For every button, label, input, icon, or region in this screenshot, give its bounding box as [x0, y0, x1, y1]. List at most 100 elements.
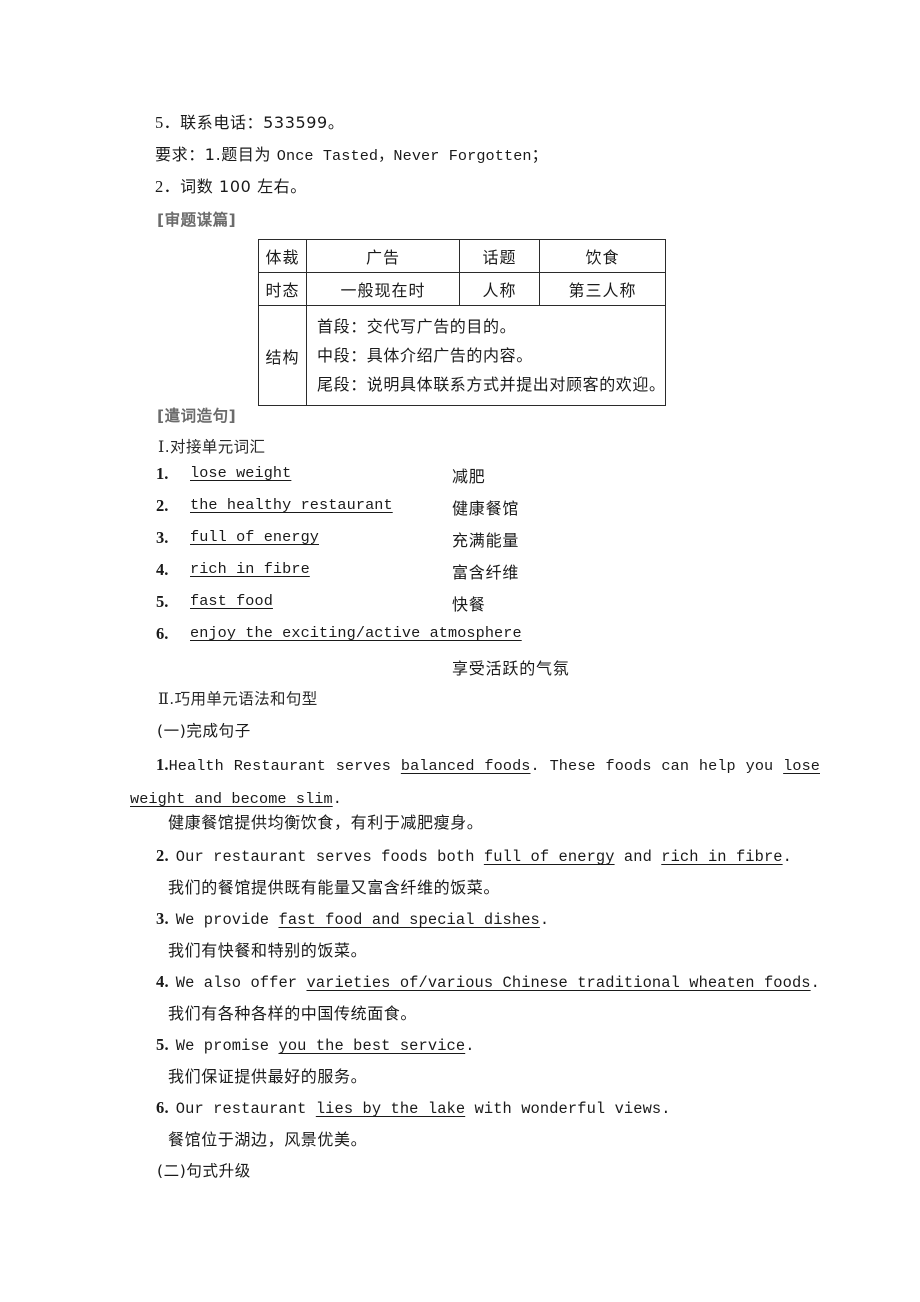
vocab-cn-6: 享受活跃的气氛	[452, 659, 570, 678]
sentence-static-text: .	[810, 974, 820, 992]
sentence-number-1: 1.	[156, 755, 169, 774]
structure-line-middle: 中段：具体介绍广告的内容。	[317, 346, 533, 365]
sentence-text-2: Our restaurant serves foods both full of…	[176, 848, 792, 866]
subsection-b-heading: (二)句式升级	[157, 1162, 251, 1180]
vocab-cn-1: 减肥	[452, 467, 486, 486]
sentence-block-2: 2. Our restaurant serves foods both full …	[156, 844, 792, 869]
sentence-translation-3: 我们有快餐和特别的饭菜。	[168, 941, 368, 960]
sentence-static-text: Our restaurant serves foods both	[175, 848, 484, 866]
sentence-static-text: and	[614, 848, 662, 866]
vocab-number-6: 6.	[156, 624, 169, 643]
table-cell-tense-label: 时态	[258, 272, 307, 306]
vocab-en-4: rich in fibre	[190, 560, 310, 578]
subsection-a-heading: (一)完成句子	[157, 722, 251, 740]
requirement-suffix: ；	[531, 145, 549, 164]
table-cell-tense-value: 一般现在时	[306, 272, 460, 306]
sentence-static-text: Our restaurant	[175, 1100, 316, 1118]
answer-blank-text: you the best service	[278, 1037, 466, 1055]
sentence-static-text: .	[465, 1037, 475, 1055]
sentence-static-text: .	[539, 911, 550, 929]
vocab-number-2: 2.	[156, 496, 169, 515]
sentence-static-text: . These foods can help you	[530, 757, 784, 775]
table-row: 时态 一般现在时 人称 第三人称	[258, 272, 666, 306]
table-cell-person-label: 人称	[459, 272, 540, 306]
section-heading-wording: [遣词造句]	[157, 407, 237, 425]
sentence-number-6: 6.	[156, 1098, 169, 1117]
part-2-heading: Ⅱ.巧用单元语法和句型	[158, 687, 318, 709]
sentence-block-1: 1.Health Restaurant serves balanced food…	[130, 748, 820, 816]
sentence-text-5: We promise you the best service.	[176, 1037, 475, 1055]
intro-item-5-number: 5．	[155, 113, 181, 132]
table-cell-topic-value: 饮食	[539, 239, 666, 273]
document-page: 5．联系电话：533599。 要求：1.题目为 Once Tasted，Neve…	[0, 0, 920, 1302]
sentence-text-1: Health Restaurant serves balanced foods.…	[130, 757, 820, 808]
part-1-title: .对接单元词汇	[164, 438, 266, 456]
sentence-number-3: 3.	[156, 909, 169, 928]
sentence-text-6: Our restaurant lies by the lake with won…	[176, 1100, 671, 1118]
sentence-text-4: We also offer varieties of/various Chine…	[176, 974, 820, 992]
sentence-static-text: We provide	[175, 911, 279, 929]
table-cell-genre-value: 广告	[306, 239, 460, 273]
vocab-en-6: enjoy the exciting/active atmosphere	[190, 624, 522, 642]
sentence-translation-6: 餐馆位于湖边，风景优美。	[168, 1130, 368, 1149]
intro-requirement-1: 要求：1.题目为 Once Tasted，Never Forgotten；	[155, 143, 548, 168]
section-heading-analysis: [审题谋篇]	[157, 211, 237, 229]
vocab-en-2: the healthy restaurant	[190, 496, 393, 514]
answer-blank-text: fast food and special dishes	[278, 911, 540, 929]
requirement-title-en: Once Tasted，Never Forgotten	[276, 147, 532, 165]
sentence-number-5: 5.	[156, 1035, 169, 1054]
intro-item-2-text: 词数 100 左右。	[180, 177, 307, 196]
intro-item-5-text: 联系电话：533599。	[180, 113, 345, 132]
intro-requirement-2: 2．词数 100 左右。	[155, 175, 307, 199]
table-cell-genre-label: 体裁	[258, 239, 307, 273]
sentence-translation-2: 我们的餐馆提供既有能量又富含纤维的饭菜。	[168, 878, 501, 897]
table-row: 结构 首段：交代写广告的目的。 中段：具体介绍广告的内容。 尾段：说明具体联系方…	[258, 305, 666, 406]
vocab-en-1: lose weight	[190, 464, 292, 482]
part-2-title: .巧用单元语法和句型	[169, 690, 318, 708]
answer-blank-text: full of energy	[483, 848, 615, 866]
sentence-text-3: We provide fast food and special dishes.	[176, 911, 549, 929]
answer-blank-text: rich in fibre	[661, 848, 783, 866]
table-cell-structure-label: 结构	[258, 305, 307, 406]
sentence-block-3: 3. We provide fast food and special dishe…	[156, 907, 549, 932]
sentence-number-2: 2.	[156, 846, 169, 865]
sentence-static-text: with wonderful views.	[465, 1100, 671, 1118]
sentence-translation-5: 我们保证提供最好的服务。	[168, 1067, 368, 1086]
sentence-number-4: 4.	[156, 972, 169, 991]
intro-item-2-number: 2．	[155, 177, 181, 196]
table-row: 体裁 广告 话题 饮食	[258, 239, 666, 273]
vocab-cn-4: 富含纤维	[452, 563, 520, 582]
sentence-block-6: 6. Our restaurant lies by the lake with w…	[156, 1096, 671, 1121]
vocab-number-1: 1.	[156, 464, 169, 483]
vocab-number-3: 3.	[156, 528, 169, 547]
vocab-number-5: 5.	[156, 592, 169, 611]
part-1-numeral: Ⅰ	[158, 439, 165, 456]
vocab-cn-5: 快餐	[452, 595, 486, 614]
answer-blank-text: lies by the lake	[315, 1100, 466, 1118]
table-cell-structure-value: 首段：交代写广告的目的。 中段：具体介绍广告的内容。 尾段：说明具体联系方式并提…	[306, 305, 666, 406]
intro-item-5: 5．联系电话：533599。	[155, 111, 344, 135]
analysis-table: 体裁 广告 话题 饮食 时态 一般现在时 人称 第三人称 结构 首段：交代写广告…	[258, 239, 666, 406]
vocab-cn-3: 充满能量	[452, 531, 520, 550]
table-cell-person-value: 第三人称	[539, 272, 666, 306]
answer-blank-text: balanced foods	[400, 757, 531, 775]
sentence-static-text: .	[782, 848, 792, 866]
sentence-block-4: 4. We also offer varieties of/various Chi…	[156, 970, 820, 995]
sentence-static-text: We promise	[175, 1037, 279, 1055]
answer-blank-text: varieties of/various Chinese traditional…	[306, 974, 811, 992]
vocab-cn-2: 健康餐馆	[452, 499, 520, 518]
sentence-static-text: .	[332, 790, 342, 808]
vocab-en-3: full of energy	[190, 528, 319, 546]
table-cell-topic-label: 话题	[459, 239, 540, 273]
structure-line-closing: 尾段：说明具体联系方式并提出对顾客的欢迎。	[317, 375, 666, 394]
structure-line-opening: 首段：交代写广告的目的。	[317, 317, 517, 336]
sentence-static-text: Health Restaurant serves	[168, 757, 401, 775]
sentence-block-5: 5. We promise you the best service.	[156, 1033, 475, 1058]
sentence-translation-4: 我们有各种各样的中国传统面食。	[168, 1004, 418, 1023]
requirement-prefix: 要求：1.题目为	[155, 145, 277, 164]
part-1-heading: Ⅰ.对接单元词汇	[158, 435, 265, 457]
vocab-number-4: 4.	[156, 560, 169, 579]
vocab-en-5: fast food	[190, 592, 273, 610]
part-2-numeral: Ⅱ	[158, 691, 170, 708]
sentence-static-text: We also offer	[175, 974, 307, 992]
